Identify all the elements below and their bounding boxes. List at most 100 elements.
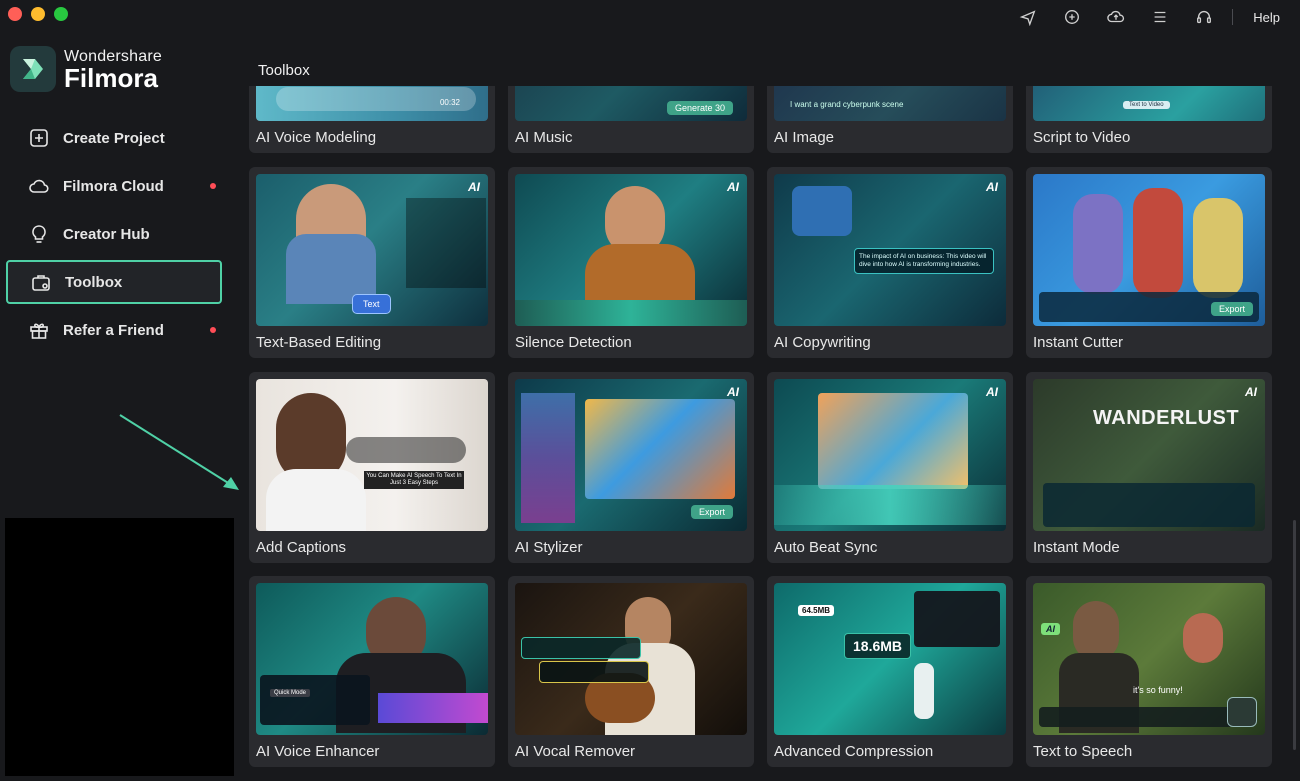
brand: Wondershare Filmora bbox=[10, 46, 162, 92]
notification-dot bbox=[210, 327, 216, 333]
tool-card-title: AI Stylizer bbox=[515, 539, 583, 556]
top-toolbar: Help bbox=[1006, 0, 1300, 34]
tool-card-title: Instant Mode bbox=[1033, 539, 1120, 556]
send-icon[interactable] bbox=[1006, 0, 1050, 34]
thumb-text: 18.6MB bbox=[844, 633, 912, 659]
tool-card-title: AI Music bbox=[515, 129, 573, 146]
thumb-text: I want a grand cyberpunk scene bbox=[790, 100, 904, 109]
thumb-text: Export bbox=[690, 505, 733, 519]
window-controls bbox=[8, 7, 68, 21]
sidebar-item-label: Filmora Cloud bbox=[63, 177, 164, 195]
tool-card-script-to-video[interactable]: Text to Video Script to Video bbox=[1026, 86, 1272, 153]
sidebar-item-refer-a-friend[interactable]: Refer a Friend bbox=[6, 308, 222, 352]
tool-thumbnail: I want a grand cyberpunk scene bbox=[774, 86, 1006, 121]
tool-card-ai-image[interactable]: I want a grand cyberpunk scene AI Image bbox=[767, 86, 1013, 153]
tool-card-text-based-editing[interactable]: Text AI Text-Based Editing bbox=[249, 167, 495, 358]
tool-thumbnail: Export AI bbox=[515, 379, 747, 531]
thumb-text: it's so funny! bbox=[1133, 685, 1183, 695]
toolbox-icon bbox=[32, 275, 50, 291]
tool-card-instant-cutter[interactable]: Export Instant Cutter bbox=[1026, 167, 1272, 358]
sidebar-nav: Create Project Filmora Cloud Creator Hub… bbox=[6, 116, 222, 356]
tool-card-ai-copywriting[interactable]: The impact of AI on business: This video… bbox=[767, 167, 1013, 358]
tool-card-title: Script to Video bbox=[1033, 129, 1131, 146]
sidebar-item-creator-hub[interactable]: Creator Hub bbox=[6, 212, 222, 256]
tool-thumbnail: 00:32 bbox=[256, 86, 488, 121]
tool-thumbnail: The impact of AI on business: This video… bbox=[774, 174, 1006, 326]
thumb-text: Text bbox=[352, 294, 391, 314]
gift-icon bbox=[30, 323, 48, 339]
tool-card-silence-detection[interactable]: AI Silence Detection bbox=[508, 167, 754, 358]
help-button[interactable]: Help bbox=[1243, 10, 1300, 25]
ai-badge: AI bbox=[986, 385, 998, 399]
cloud-upload-icon[interactable] bbox=[1094, 0, 1138, 34]
tool-card-title: AI Vocal Remover bbox=[515, 743, 636, 760]
plus-square-icon bbox=[30, 129, 48, 147]
video-preview-panel bbox=[5, 518, 234, 776]
feedback-icon[interactable] bbox=[1050, 0, 1094, 34]
tool-thumbnail: AI bbox=[515, 174, 747, 326]
tool-card-auto-beat-sync[interactable]: AI Auto Beat Sync bbox=[767, 372, 1013, 563]
tool-card-ai-music[interactable]: Generate 30 AI Music bbox=[508, 86, 754, 153]
thumb-text: Export bbox=[1210, 302, 1253, 316]
minimize-window-button[interactable] bbox=[31, 7, 45, 21]
sidebar-item-create-project[interactable]: Create Project bbox=[6, 116, 222, 160]
sidebar-item-label: Toolbox bbox=[65, 273, 123, 291]
thumb-text: Quick Mode bbox=[270, 689, 311, 697]
ai-badge: AI bbox=[727, 180, 739, 194]
tool-card-ai-stylizer[interactable]: Export AI AI Stylizer bbox=[508, 372, 754, 563]
ai-badge: AI bbox=[727, 385, 739, 399]
cloud-icon bbox=[29, 179, 49, 193]
tool-thumbnail: Text to Video bbox=[1033, 86, 1265, 121]
ai-badge: AI bbox=[1245, 385, 1257, 399]
tool-card-instant-mode[interactable]: WANDERLUST AI Instant Mode bbox=[1026, 372, 1272, 563]
thumb-text: WANDERLUST bbox=[1093, 407, 1240, 429]
tool-card-title: Instant Cutter bbox=[1033, 334, 1124, 351]
app-window: Help Wondershare Filmora Create Project bbox=[0, 0, 1300, 781]
tool-thumbnail bbox=[515, 583, 747, 735]
zoom-window-button[interactable] bbox=[54, 7, 68, 21]
scrollbar-thumb[interactable] bbox=[1293, 520, 1296, 750]
tool-card-title: Text-Based Editing bbox=[256, 334, 382, 351]
page-title: Toolbox bbox=[258, 62, 310, 79]
annotation-arrow-icon bbox=[119, 414, 239, 490]
sidebar-item-label: Creator Hub bbox=[63, 225, 150, 243]
sidebar-item-filmora-cloud[interactable]: Filmora Cloud bbox=[6, 164, 222, 208]
tool-thumbnail: AI bbox=[774, 379, 1006, 531]
tool-thumbnail: Export bbox=[1033, 174, 1265, 326]
ai-badge: AI bbox=[468, 180, 480, 194]
tool-card-text-to-speech[interactable]: AI it's so funny! Text to Speech bbox=[1026, 576, 1272, 767]
tool-card-ai-voice-modeling[interactable]: 00:32 AI Voice Modeling bbox=[249, 86, 495, 153]
filmora-logo-icon bbox=[10, 46, 56, 92]
lightbulb-icon bbox=[32, 225, 46, 243]
tool-card-title: AI Voice Modeling bbox=[256, 129, 377, 146]
tool-thumbnail: AI it's so funny! bbox=[1033, 583, 1265, 735]
tool-card-title: Text to Speech bbox=[1033, 743, 1133, 760]
tool-thumbnail: Generate 30 bbox=[515, 86, 747, 121]
tool-card-advanced-compression[interactable]: 64.5MB 18.6MB Advanced Compression bbox=[767, 576, 1013, 767]
tool-card-title: Add Captions bbox=[256, 539, 347, 556]
tool-card-title: AI Copywriting bbox=[774, 334, 871, 351]
sidebar: Wondershare Filmora Create Project Filmo… bbox=[0, 34, 239, 781]
tool-card-add-captions[interactable]: You Can Make AI Speech To Text In Just 3… bbox=[249, 372, 495, 563]
menu-icon[interactable] bbox=[1138, 0, 1182, 34]
sidebar-item-label: Refer a Friend bbox=[63, 321, 164, 339]
notification-dot bbox=[210, 183, 216, 189]
tool-card-title: Auto Beat Sync bbox=[774, 539, 878, 556]
sidebar-item-toolbox[interactable]: Toolbox bbox=[6, 260, 222, 304]
tool-card-title: AI Image bbox=[774, 129, 835, 146]
ai-badge: AI bbox=[986, 180, 998, 194]
thumb-text: Generate 30 bbox=[666, 101, 733, 115]
toolbar-divider bbox=[1232, 9, 1234, 25]
tool-thumbnail: WANDERLUST AI bbox=[1033, 379, 1265, 531]
tool-card-ai-voice-enhancer[interactable]: Quick Mode AI Voice Enhancer bbox=[249, 576, 495, 767]
sidebar-item-label: Create Project bbox=[63, 129, 165, 147]
thumb-text: Text to Video bbox=[1123, 101, 1170, 109]
headset-icon[interactable] bbox=[1182, 0, 1226, 34]
tool-thumbnail: Quick Mode bbox=[256, 583, 488, 735]
tool-grid: 00:32 AI Voice Modeling Generate 30 AI M… bbox=[249, 86, 1279, 781]
close-window-button[interactable] bbox=[8, 7, 22, 21]
tool-card-ai-vocal-remover[interactable]: AI Vocal Remover bbox=[508, 576, 754, 767]
tool-thumbnail: 64.5MB 18.6MB bbox=[774, 583, 1006, 735]
tool-thumbnail: You Can Make AI Speech To Text In Just 3… bbox=[256, 379, 488, 531]
thumb-text: The impact of AI on business: This video… bbox=[854, 248, 994, 274]
